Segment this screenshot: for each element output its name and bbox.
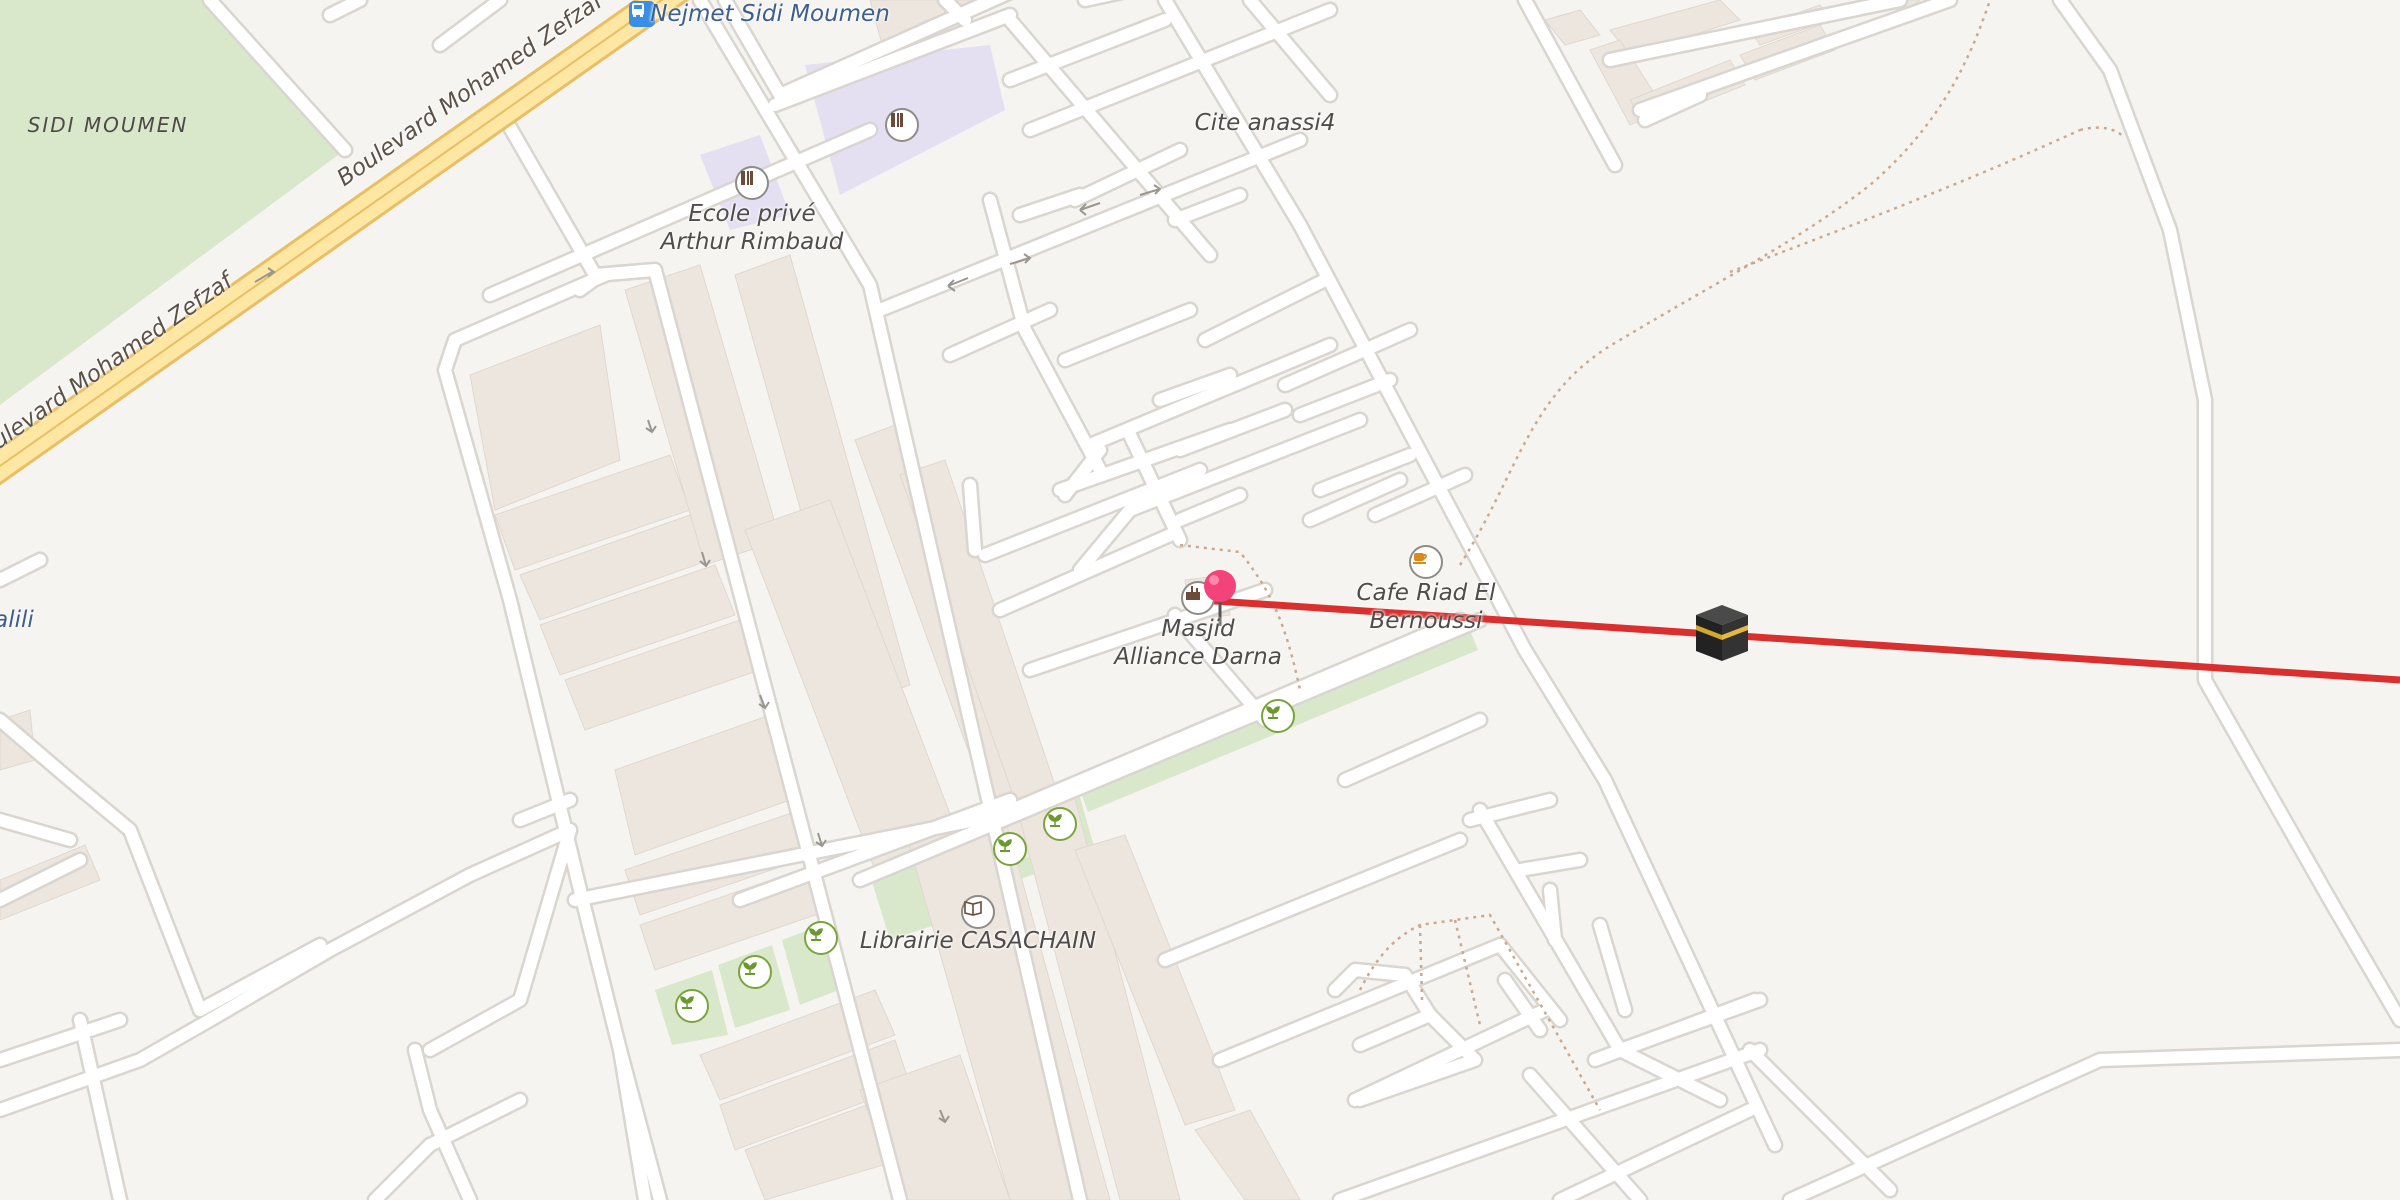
- garden-icon[interactable]: [738, 955, 772, 989]
- footpaths: [1179, 0, 2126, 1111]
- garden-icon[interactable]: [1261, 699, 1295, 733]
- book-icon[interactable]: [961, 895, 995, 929]
- school-icon[interactable]: [885, 108, 919, 142]
- school-icon[interactable]: [735, 166, 769, 200]
- garden-icon[interactable]: [675, 989, 709, 1023]
- kaaba-icon: [1696, 605, 1748, 661]
- garden-icon[interactable]: [1043, 807, 1077, 841]
- garden-icon[interactable]: [993, 832, 1027, 866]
- map-canvas[interactable]: SIDI MOUMEN Nejmet Sidi Moumen Boulevard…: [0, 0, 2400, 1200]
- cafe-icon[interactable]: [1409, 545, 1443, 579]
- garden-icon[interactable]: [804, 921, 838, 955]
- bus-stop-icon[interactable]: [629, 1, 655, 27]
